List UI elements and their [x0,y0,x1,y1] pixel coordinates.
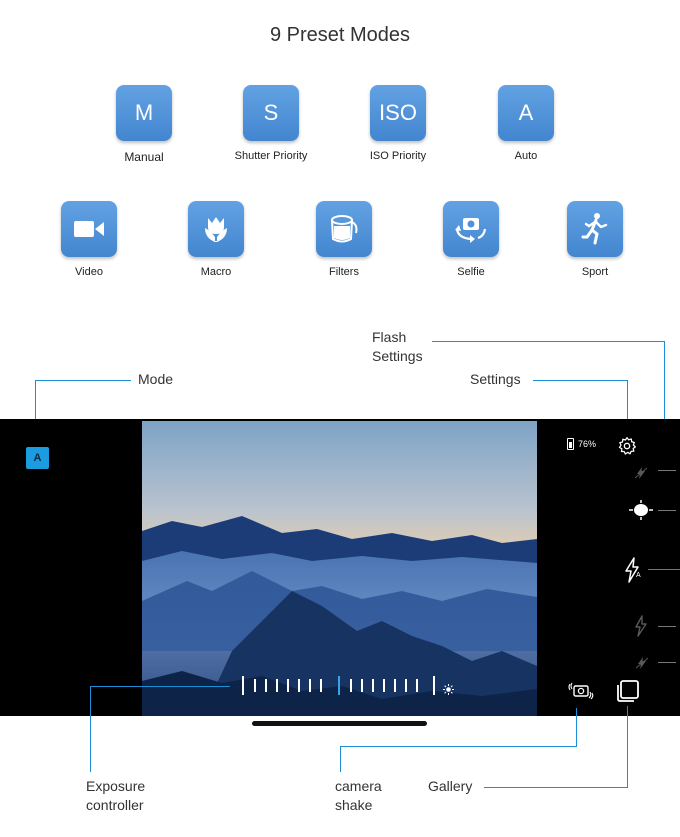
exposure-tick [298,679,300,692]
battery-icon [567,438,574,450]
exposure-tick [394,679,396,692]
exposure-callout-line [90,686,230,688]
gear-icon[interactable] [617,436,637,456]
rotate-camera-icon [455,218,487,243]
mode-shutter-tile[interactable]: S [243,85,299,141]
mode-manual[interactable]: M Manual [89,85,199,164]
runner-icon [581,213,608,245]
exposure-tick [416,679,418,692]
viewfinder-preview [142,421,537,716]
exposure-tick [254,679,256,692]
flash-callout-line-vertical [664,341,666,419]
brightness-sun-icon [443,684,454,695]
flash-callout-pointer [648,569,680,571]
paint-bucket-icon [331,215,358,243]
gallery-callout-line [484,787,628,789]
exposure-tick [361,679,363,692]
gallery-icon[interactable] [616,679,640,703]
shake-callout-line [340,746,577,748]
exposure-tick [276,679,278,692]
exposure-tick [405,679,407,692]
mode-video-label: Video [75,266,103,278]
exposure-callout-line-vertical [90,686,92,772]
gallery-callout-line-vertical [627,706,629,787]
mode-filters-tile[interactable] [316,201,372,257]
mode-sport-label: Sport [581,266,609,278]
mode-video[interactable]: Video [34,201,144,278]
callout-gallery: Gallery [428,778,473,794]
exposure-tick [287,679,289,692]
battery-indicator: 76% [567,438,596,450]
settings-callout-line [533,380,628,382]
exposure-tick [320,679,322,692]
mode-macro-tile[interactable] [188,201,244,257]
callout-settings: Settings [470,371,521,387]
exposure-tick [372,679,374,692]
mode-callout-line [35,380,131,382]
flash-option-tick [658,662,676,664]
exposure-tick [383,679,385,692]
mode-macro-label: Macro [200,266,232,278]
battery-percent: 76% [578,439,597,449]
mode-iso-tile[interactable]: ISO [370,85,426,141]
mode-manual-tile[interactable]: M [116,85,172,141]
flash-option-tick [658,626,676,628]
flash-option-faded-icon[interactable] [635,467,647,479]
flash-callout-line [432,341,665,343]
sun-flash-icon[interactable] [629,500,653,520]
exposure-tick [309,679,311,692]
svg-text:A: A [636,572,641,579]
mode-manual-label: Manual [124,150,164,164]
mode-filters-label: Filters [329,266,359,278]
camera-shake-icon[interactable] [568,681,594,701]
callout-exposure-controller: Exposure controller [86,778,146,813]
flash-option-tick [658,470,676,472]
exposure-tick [433,676,435,695]
flash-auto-icon[interactable]: A [624,557,642,583]
mode-sport[interactable]: Sport [540,201,650,278]
page-title: 9 Preset Modes [269,24,411,46]
mode-video-tile[interactable] [61,201,117,257]
mode-iso-priority[interactable]: ISO ISO Priority [343,85,453,162]
exposure-tick [350,679,352,692]
mode-selfie[interactable]: Selfie [416,201,526,278]
mode-indicator-badge[interactable]: A [26,447,49,469]
mode-macro[interactable]: Macro [161,201,271,278]
mode-auto-label: Auto [514,150,538,162]
mode-shutter-label: Shutter Priority [234,150,308,162]
home-indicator[interactable] [252,721,427,726]
exposure-tick [242,676,244,695]
flash-on-icon[interactable] [634,615,648,637]
video-camera-icon [74,221,104,237]
shake-callout-line-drop [340,746,342,772]
flash-option-tick [658,510,676,512]
mode-auto[interactable]: A Auto [471,85,581,162]
callout-flash-settings: Flash Settings [372,329,423,364]
mode-filters[interactable]: Filters [289,201,399,278]
mode-selfie-tile[interactable] [443,201,499,257]
mode-shutter-priority[interactable]: S Shutter Priority [216,85,326,162]
callout-camera-shake: camera shake [335,778,382,813]
tulip-icon [205,217,227,242]
mode-iso-label: ISO Priority [369,150,427,162]
flash-off-icon[interactable] [636,657,648,669]
shake-callout-line-vertical [576,708,578,746]
exposure-slider[interactable] [240,674,460,698]
exposure-slider-thumb[interactable] [338,676,340,695]
exposure-tick [265,679,267,692]
mode-auto-tile[interactable]: A [498,85,554,141]
callout-mode: Mode [138,371,174,387]
mode-sport-tile[interactable] [567,201,623,257]
mode-selfie-label: Selfie [457,266,485,278]
